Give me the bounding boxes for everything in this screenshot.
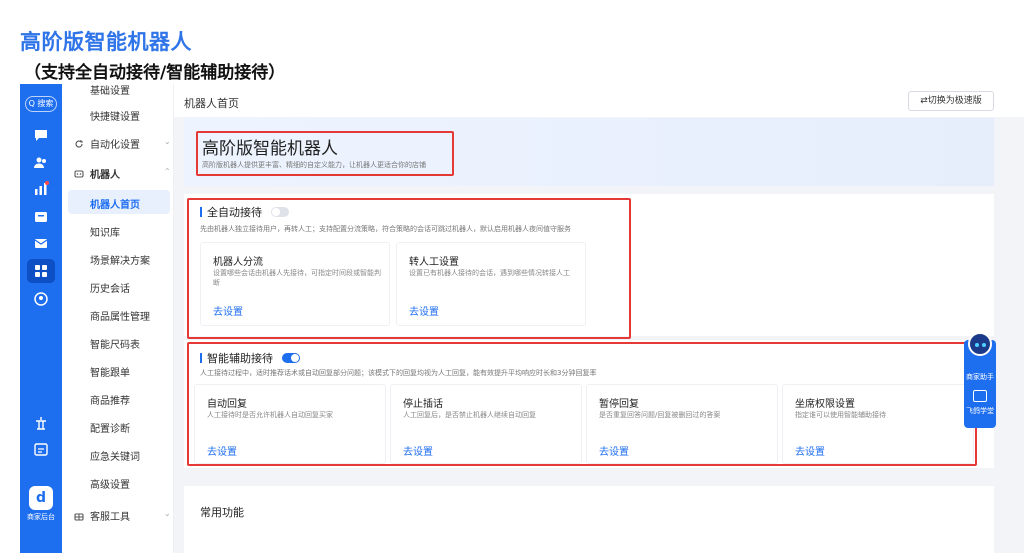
toggle-knob <box>272 208 280 216</box>
seat-permission-settings-link[interactable]: 去设置 <box>795 443 825 458</box>
assist-reception-title: 智能辅助接待 <box>200 350 300 366</box>
book-icon[interactable] <box>973 390 987 402</box>
menu-item-size-chart[interactable]: 智能尺码表 <box>90 336 140 351</box>
assistant-label[interactable]: 商家助手 <box>964 372 996 382</box>
robot-routing-description: 设置哪些会话由机器人先接待，可指定时间段或智能判断 <box>213 269 381 287</box>
rail-search-button[interactable]: Q 搜索 <box>25 96 57 112</box>
floating-helper-panel[interactable]: 商家助手 飞鸽学堂 <box>964 332 996 428</box>
menu-group-robot[interactable]: 机器人 ⌃ <box>74 166 171 181</box>
menu-item-product-recommend[interactable]: 商品推荐 <box>90 392 130 407</box>
chevron-down-icon: ⌄ <box>164 137 171 146</box>
brand-label: 商家后台 <box>27 513 55 521</box>
users-icon[interactable] <box>32 154 50 172</box>
assistant-avatar-icon[interactable] <box>968 332 992 356</box>
transfer-human-card: 转人工设置 设置已有机器人接待的会话，遇到哪些情况转接人工 去设置 <box>396 242 586 326</box>
robot-routing-settings-link[interactable]: 去设置 <box>213 303 243 318</box>
assist-reception-label: 智能辅助接待 <box>207 352 273 365</box>
brand-logo[interactable]: d <box>29 486 53 510</box>
settings-icon[interactable] <box>32 414 50 432</box>
avatar-eye <box>982 343 986 347</box>
common-functions-section: 常用功能 <box>184 486 994 553</box>
menu-group-automation[interactable]: 自动化设置 ⌄ <box>74 136 171 151</box>
avatar-eye <box>975 343 979 347</box>
calendar-icon[interactable] <box>32 440 50 458</box>
auto-reception-section: 全自动接待 先由机器人独立接待用户，再转人工；支持配置分流策略，符合策略的会话可… <box>184 194 994 336</box>
pause-reply-description: 是否重复回答问题/回复被删回过的答案 <box>599 411 721 419</box>
menu-item-smart-followup[interactable]: 智能跟单 <box>90 364 130 379</box>
auto-reception-toggle[interactable] <box>271 207 289 217</box>
box-icon[interactable] <box>32 208 50 226</box>
auto-reply-settings-link[interactable]: 去设置 <box>207 443 237 458</box>
seat-permission-title: 坐席权限设置 <box>795 399 855 410</box>
refresh-icon <box>75 139 83 148</box>
banner-title: 高阶版智能机器人 <box>202 139 338 159</box>
section-marker <box>200 353 202 363</box>
auto-reception-label: 全自动接待 <box>207 206 262 219</box>
menu-group-robot-label: 机器人 <box>90 170 120 181</box>
common-functions-title: 常用功能 <box>200 506 244 519</box>
stop-interject-description: 人工回复后，是否禁止机器人继续自动回复 <box>403 411 536 419</box>
menu-item-scenario-solutions[interactable]: 场景解决方案 <box>90 252 150 267</box>
transfer-human-description: 设置已有机器人接待的会话，遇到哪些情况转接人工 <box>409 269 570 277</box>
menu-group-tools[interactable]: 客服工具 ⌄ <box>74 508 171 523</box>
stop-interject-card: 停止插话 人工回复后，是否禁止机器人继续自动回复 去设置 <box>390 384 582 464</box>
auto-reply-card: 自动回复 人工接待时是否允许机器人自动回复买家 去设置 <box>194 384 386 464</box>
menu-item-emergency-keywords[interactable]: 应急关键词 <box>90 448 140 463</box>
menu-item-knowledge-base[interactable]: 知识库 <box>90 224 120 239</box>
menu-item-basic-settings[interactable]: 基础设置 <box>90 84 130 97</box>
icon-rail: Q 搜索 d 商家后台 <box>20 84 62 553</box>
auto-reception-description: 先由机器人独立接待用户，再转人工；支持配置分流策略，符合策略的会话可跳过机器人，… <box>200 225 571 233</box>
stop-interject-settings-link[interactable]: 去设置 <box>403 443 433 458</box>
assist-reception-description: 人工接待过程中，适时推荐话术或自动回复部分问题；该模式下的回复均视为人工回复，能… <box>200 369 597 377</box>
page-subheading: （支持全自动接待/智能辅助接待） <box>24 63 286 83</box>
menu-item-chat-history[interactable]: 历史会话 <box>90 280 130 295</box>
auto-reception-title: 全自动接待 <box>200 204 289 220</box>
seat-permission-card: 坐席权限设置 指定谁可以使用智能辅助接待 去设置 <box>782 384 974 464</box>
pause-reply-card: 暂停回复 是否重复回答问题/回复被删回过的答案 去设置 <box>586 384 778 464</box>
menu-group-automation-label: 自动化设置 <box>90 140 140 151</box>
chat-icon[interactable] <box>32 126 50 144</box>
study-label[interactable]: 飞鸽学堂 <box>964 406 996 416</box>
auto-reply-description: 人工接待时是否允许机器人自动回复买家 <box>207 411 333 419</box>
mail-icon[interactable] <box>32 234 50 252</box>
app-window: Q 搜索 d 商家后台 基础设置 快捷键设置 自动化设置 ⌄ 机器人 ⌃ 机器人… <box>20 84 1024 553</box>
user-icon[interactable] <box>32 290 50 308</box>
top-bar: 机器人首页 ⇄切换为极速版 <box>174 84 1024 117</box>
toolbox-icon <box>74 512 84 521</box>
secondary-menu: 基础设置 快捷键设置 自动化设置 ⌄ 机器人 ⌃ 机器人首页 知识库 场景解决方… <box>62 84 174 553</box>
assist-reception-section: 智能辅助接待 人工接待过程中，适时推荐话术或自动回复部分问题；该模式下的回复均视… <box>184 340 994 468</box>
section-marker <box>200 207 202 217</box>
page-heading: 高阶版智能机器人 <box>20 30 192 54</box>
hero-banner: 高阶版智能机器人 高阶版机器人提供更丰富、精细的自定义能力，让机器人更适合你的店… <box>184 118 994 186</box>
robot-icon <box>74 169 84 178</box>
menu-item-advanced-settings[interactable]: 高级设置 <box>90 476 130 491</box>
stop-interject-title: 停止插话 <box>403 399 443 410</box>
robot-routing-title: 机器人分流 <box>213 257 263 268</box>
chevron-down-icon: ⌄ <box>164 509 171 518</box>
main-content: 机器人首页 ⇄切换为极速版 高阶版智能机器人 高阶版机器人提供更丰富、精细的自定… <box>174 84 1024 553</box>
menu-item-robot-home[interactable]: 机器人首页 <box>90 196 140 211</box>
menu-item-shortcut-settings[interactable]: 快捷键设置 <box>90 108 140 123</box>
menu-item-product-attributes[interactable]: 商品属性管理 <box>90 308 150 323</box>
auto-reply-title: 自动回复 <box>207 399 247 410</box>
switch-version-button[interactable]: ⇄切换为极速版 <box>908 91 994 111</box>
apps-icon[interactable] <box>27 259 55 283</box>
pause-reply-settings-link[interactable]: 去设置 <box>599 443 629 458</box>
assist-reception-toggle[interactable] <box>282 353 300 363</box>
pause-reply-title: 暂停回复 <box>599 399 639 410</box>
robot-routing-card: 机器人分流 设置哪些会话由机器人先接待，可指定时间段或智能判断 去设置 <box>200 242 390 326</box>
banner-description: 高阶版机器人提供更丰富、精细的自定义能力，让机器人更适合你的店铺 <box>202 161 426 169</box>
transfer-human-settings-link[interactable]: 去设置 <box>409 303 439 318</box>
chart-icon[interactable] <box>32 180 50 198</box>
transfer-human-title: 转人工设置 <box>409 257 459 268</box>
seat-permission-description: 指定谁可以使用智能辅助接待 <box>795 411 886 419</box>
page-title: 机器人首页 <box>184 97 239 110</box>
menu-item-config-diagnosis[interactable]: 配置诊断 <box>90 420 130 435</box>
chevron-up-icon: ⌃ <box>164 167 171 176</box>
menu-group-tools-label: 客服工具 <box>90 512 130 523</box>
toggle-knob <box>291 354 299 362</box>
brand-glyph: d <box>35 490 47 506</box>
